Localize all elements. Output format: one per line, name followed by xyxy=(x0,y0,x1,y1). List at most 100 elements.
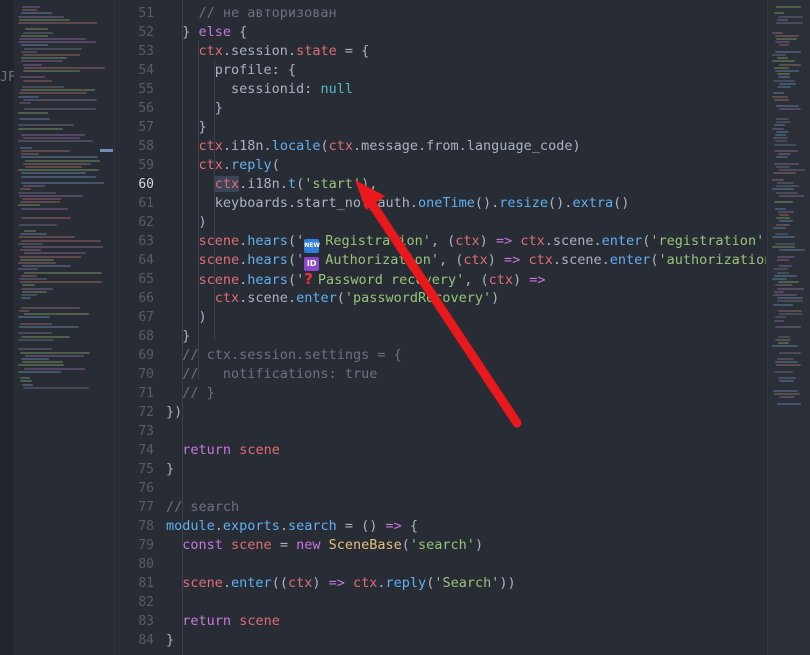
minimap-line xyxy=(773,390,798,392)
minimap-line xyxy=(23,54,80,56)
code-line[interactable]: scene.enter((ctx) => ctx.reply('Search')… xyxy=(166,574,516,593)
minimap-line xyxy=(24,313,89,316)
minimap-line xyxy=(21,294,37,296)
minimap-line xyxy=(778,169,805,172)
code-line[interactable]: sessionid: null xyxy=(166,80,353,99)
minimap-line xyxy=(21,217,71,220)
code-line[interactable]: const scene = new SceneBase('search') xyxy=(166,536,483,555)
minimap-line xyxy=(778,15,803,18)
minimap-viewport-marker[interactable] xyxy=(100,149,113,152)
minimap-line xyxy=(778,76,790,79)
code-line[interactable]: module.exports.search = () => { xyxy=(166,517,418,536)
code-token: (' xyxy=(287,252,305,268)
minimap-line xyxy=(775,338,791,341)
minimap-line xyxy=(18,262,56,264)
line-number: 76 xyxy=(138,481,154,496)
minimap-line xyxy=(23,162,91,165)
code-line[interactable]: ) xyxy=(166,213,207,232)
code-line[interactable]: return scene xyxy=(166,612,280,631)
code-line[interactable]: // не авторизован xyxy=(166,4,337,23)
minimap-line xyxy=(777,73,790,76)
minimap-line xyxy=(773,226,786,229)
code-token: . xyxy=(279,518,288,534)
code-token: reply xyxy=(385,575,427,591)
minimap-line xyxy=(18,127,63,130)
line-number: 70 xyxy=(138,367,154,382)
code-line[interactable]: ctx.scene.enter('passwordRecovery') xyxy=(166,289,500,308)
minimap-line xyxy=(19,118,50,120)
minimap-line xyxy=(777,271,789,274)
minimap-line xyxy=(20,281,102,284)
code-line[interactable]: } xyxy=(166,327,190,346)
code-token: scene xyxy=(182,575,223,591)
code-line[interactable]: }) xyxy=(166,403,182,422)
code-token: // search xyxy=(166,499,240,515)
code-line[interactable]: } xyxy=(166,460,174,479)
code-token: Authorization' xyxy=(325,252,439,268)
code-line[interactable]: ctx.i18n.t('start'), xyxy=(166,175,377,194)
code-token: // notifications: true xyxy=(182,366,378,382)
code-line[interactable]: // notifications: true xyxy=(166,365,377,384)
code-token: 'registration' xyxy=(650,233,765,249)
minimap-right[interactable] xyxy=(767,0,810,655)
minimap-line xyxy=(776,217,790,220)
code-line[interactable]: scene.hears('? Password recovery', (ctx) … xyxy=(166,270,546,289)
code-token: (( xyxy=(271,575,288,591)
minimap-line xyxy=(773,303,793,306)
code-line[interactable]: } xyxy=(166,118,207,137)
code-token: ), xyxy=(361,176,378,192)
code-token: extra xyxy=(572,195,614,211)
code-token: ctx xyxy=(214,176,240,192)
code-token: ) xyxy=(479,233,496,249)
code-line[interactable]: } else { xyxy=(166,23,247,42)
minimap-line xyxy=(18,316,50,319)
minimap-line xyxy=(20,233,47,236)
line-number: 73 xyxy=(138,424,154,439)
code-token: return xyxy=(182,442,232,458)
minimap-line xyxy=(775,41,790,44)
code-line[interactable]: scene.hears(' ID Authorization', (ctx) => … xyxy=(166,251,766,271)
code-line[interactable]: // search xyxy=(166,498,239,517)
code-line[interactable]: } xyxy=(166,631,174,650)
code-token: )) xyxy=(499,575,516,591)
code-line[interactable]: keyboards.start_not_auth.oneTime().resiz… xyxy=(166,194,630,213)
minimap-line xyxy=(25,354,84,357)
code-token: resize xyxy=(499,195,549,211)
code-line[interactable]: ) xyxy=(166,308,207,327)
code-line[interactable]: } xyxy=(166,99,223,118)
line-number: 56 xyxy=(138,101,154,116)
line-number: 64 xyxy=(138,253,154,268)
minimap-line xyxy=(23,63,42,66)
minimap-line xyxy=(773,172,796,175)
minimap-left[interactable] xyxy=(14,0,115,655)
code-token: ( xyxy=(650,252,659,268)
minimap-line xyxy=(19,255,81,258)
minimap-line xyxy=(778,210,794,213)
code-token: ) xyxy=(474,537,484,553)
minimap-line xyxy=(779,265,792,268)
code-editor[interactable]: // не авторизован } else { ctx.session.s… xyxy=(166,0,766,655)
code-line[interactable]: ctx.i18n.locale(ctx.message.from.languag… xyxy=(166,137,581,156)
code-token: null xyxy=(320,81,353,97)
code-line[interactable]: ctx.reply( xyxy=(166,156,280,175)
code-token: = { xyxy=(336,43,370,59)
minimap-line xyxy=(21,297,31,300)
code-line[interactable]: ctx.session.state = { xyxy=(166,42,370,61)
minimap-line xyxy=(774,12,784,15)
minimap-line xyxy=(24,252,86,255)
code-line[interactable]: // ctx.session.settings = { xyxy=(166,346,401,365)
code-line[interactable]: profile: { xyxy=(166,61,296,80)
line-number: 72 xyxy=(138,405,154,420)
code-line[interactable]: scene.hears('NEW Registration', (ctx) => … xyxy=(166,232,766,253)
line-number: 51 xyxy=(138,6,154,21)
minimap-line xyxy=(775,284,792,287)
minimap-line xyxy=(772,246,795,248)
code-line[interactable]: return scene xyxy=(166,441,280,460)
code-line[interactable]: // } xyxy=(166,384,215,403)
